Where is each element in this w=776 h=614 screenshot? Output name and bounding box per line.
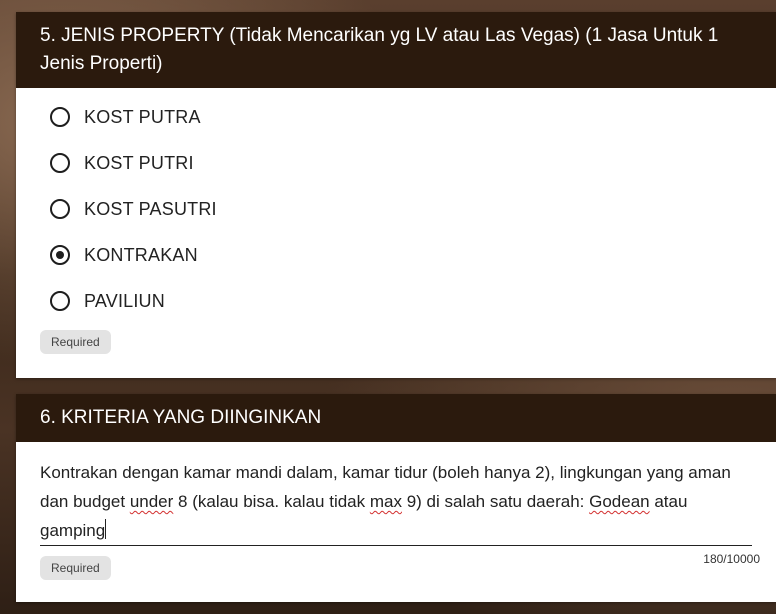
radio-option-kost-putri[interactable]: KOST PUTRI — [16, 140, 776, 186]
required-badge: Required — [40, 330, 111, 354]
character-counter: 180/10000 — [703, 552, 760, 566]
question-title: 6. KRITERIA YANG DIINGINKAN — [16, 394, 776, 442]
option-label: KOST PUTRA — [84, 106, 201, 127]
option-label: KOST PUTRI — [84, 152, 194, 173]
radio-button[interactable] — [50, 199, 70, 219]
radio-button[interactable] — [50, 107, 70, 127]
answer-text: 8 (kalau bisa. kalau tidak — [173, 492, 370, 511]
radio-option-kost-putra[interactable]: KOST PUTRA — [16, 94, 776, 140]
radio-option-kontrakan[interactable]: KONTRAKAN — [16, 232, 776, 278]
spellcheck-word: Godean — [589, 492, 650, 511]
answer-textarea[interactable]: Kontrakan dengan kamar mandi dalam, kama… — [40, 442, 752, 546]
spellcheck-word: max — [369, 492, 402, 511]
radio-group: KOST PUTRA KOST PUTRI KOST PASUTRI KONTR… — [16, 88, 776, 324]
question-card-5: 5. JENIS PROPERTY (Tidak Mencarikan yg L… — [16, 12, 776, 378]
radio-option-paviliun[interactable]: PAVILIUN — [16, 278, 776, 324]
radio-option-kost-pasutri[interactable]: KOST PASUTRI — [16, 186, 776, 232]
question-title: 5. JENIS PROPERTY (Tidak Mencarikan yg L… — [16, 12, 776, 88]
spellcheck-word: under — [129, 492, 174, 511]
answer-text: 9) di salah satu daerah: — [401, 492, 590, 511]
radio-button[interactable] — [50, 153, 70, 173]
question-card-6: 6. KRITERIA YANG DIINGINKAN Kontrakan de… — [16, 394, 776, 602]
option-label: PAVILIUN — [84, 290, 165, 311]
radio-button[interactable] — [50, 291, 70, 311]
option-label: KONTRAKAN — [84, 244, 198, 265]
radio-button-selected[interactable] — [50, 245, 70, 265]
option-label: KOST PASUTRI — [84, 198, 217, 219]
text-cursor — [105, 519, 107, 539]
required-badge: Required — [40, 556, 111, 580]
